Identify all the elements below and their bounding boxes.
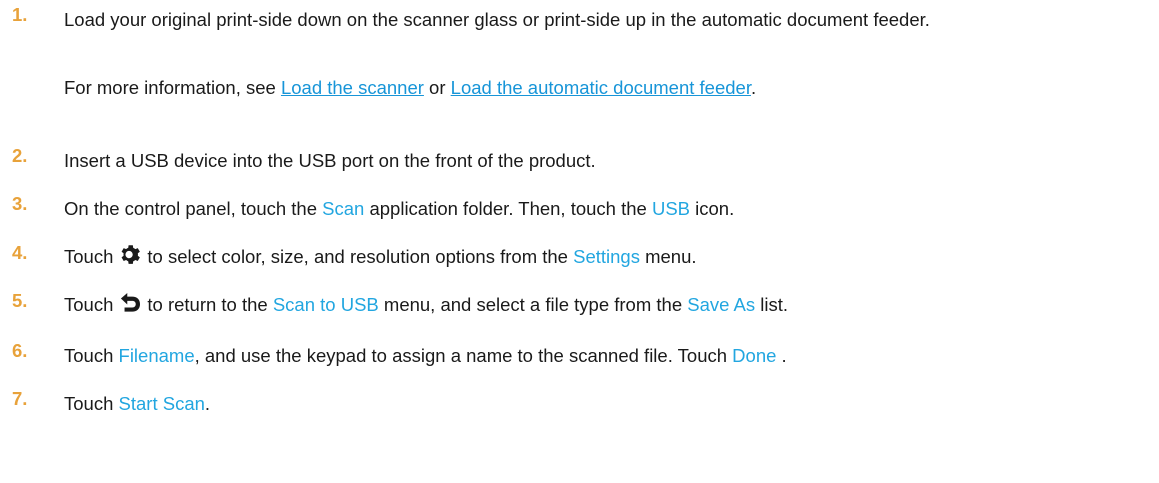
- step-number: 6.: [12, 340, 28, 361]
- step-number: 4.: [12, 242, 28, 263]
- usb-icon-term: USB: [651, 198, 691, 219]
- done-term: Done: [732, 345, 777, 366]
- back-arrow-icon: [119, 291, 141, 322]
- load-adf-link[interactable]: Load the automatic document feeder: [451, 77, 751, 98]
- save-as-term: Save As: [687, 294, 756, 315]
- step-number: 1.: [12, 4, 28, 25]
- scan-to-usb-term: Scan to USB: [272, 294, 379, 315]
- settings-menu-term: Settings: [573, 246, 640, 267]
- step-text: Touch to select color, size, and resoluti…: [64, 241, 1149, 274]
- step-text: Touch Filename, and use the keypad to as…: [64, 345, 787, 366]
- filename-term: Filename: [118, 345, 195, 366]
- step-text: Insert a USB device into the USB port on…: [64, 150, 596, 171]
- step-text: Touch Start Scan.: [64, 393, 211, 414]
- step-number: 5.: [12, 290, 28, 311]
- start-scan-term: Start Scan: [118, 393, 205, 414]
- procedure-steps: 1. Load your original print-side down on…: [0, 0, 1159, 483]
- step-number: 3.: [12, 193, 28, 214]
- step-text: Touch to return to the Scan to USB menu, …: [64, 289, 1149, 322]
- step-text: Load your original print-side down on th…: [64, 9, 930, 30]
- settings-gear-icon: [119, 243, 141, 274]
- step-number: 2.: [12, 145, 28, 166]
- step-number: 7.: [12, 388, 28, 409]
- step-text: On the control panel, touch the Scan app…: [64, 198, 735, 219]
- scan-app-term: Scan: [322, 198, 365, 219]
- more-info-text: For more information, see Load the scann…: [64, 77, 757, 98]
- load-scanner-link[interactable]: Load the scanner: [281, 77, 424, 98]
